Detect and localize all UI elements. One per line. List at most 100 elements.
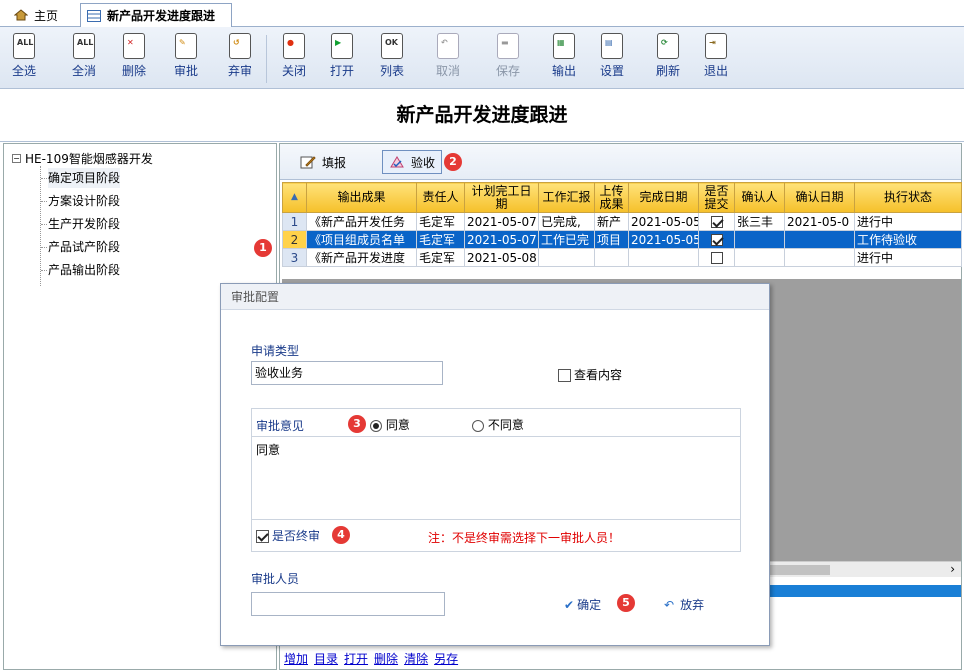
cell-done-date[interactable]: 2021-05-05 <box>628 230 699 249</box>
cell-plan-date[interactable]: 2021-05-07 <box>464 230 539 249</box>
col-header[interactable]: 完成日期 <box>628 182 699 213</box>
cell-done-date[interactable] <box>628 248 699 267</box>
select-all-button[interactable]: ALL 全选 <box>4 31 44 87</box>
tree-branch-line <box>41 201 47 202</box>
approve-button[interactable]: ✎ 审批 <box>166 31 206 87</box>
cell-status[interactable]: 工作待验收 <box>854 230 962 249</box>
cell-owner[interactable]: 毛定军 <box>416 230 465 249</box>
table-header-row: ▲ 输出成果 责任人 计划完工日期 工作汇报 上传成果 完成日期 是否提交 确认… <box>282 182 962 213</box>
link-clear[interactable]: 清除 <box>404 650 428 667</box>
delete-button[interactable]: ✕ 删除 <box>114 31 154 87</box>
deselect-all-button[interactable]: ALL 全消 <box>64 31 104 87</box>
ok-button[interactable]: ✔ 确定 <box>564 596 601 613</box>
close-icon: ● <box>283 33 305 59</box>
settings-button[interactable]: ▤ 设置 <box>592 31 632 87</box>
refresh-button[interactable]: ⟳ 刷新 <box>648 31 688 87</box>
horizontal-scrollbar[interactable]: › <box>770 561 961 577</box>
cell-submitted[interactable] <box>698 212 735 231</box>
tab-progress[interactable]: 新产品开发进度跟进 <box>80 3 232 27</box>
table-row[interactable]: 3 《新产品开发进度 毛定军 2021-05-08 进行中 <box>282 248 962 267</box>
link-open[interactable]: 打开 <box>344 650 368 667</box>
save-button[interactable]: ▬ 保存 <box>488 31 528 87</box>
link-add[interactable]: 增加 <box>284 650 308 667</box>
tree-root[interactable]: − HE-109智能烟感器开发 <box>12 150 153 167</box>
accept-button[interactable]: 验收 <box>382 150 443 174</box>
cancel-button[interactable]: ↶ 取消 <box>428 31 468 87</box>
scrollbar-thumb[interactable] <box>770 565 830 575</box>
cell-output[interactable]: 《新产品开发进度 <box>306 248 417 267</box>
unapprove-button[interactable]: ↺ 弃审 <box>220 31 260 87</box>
table-row[interactable]: 1 《新产品开发任务 毛定军 2021-05-07 已完成, 新产 2021-0… <box>282 212 962 231</box>
cell-upload[interactable]: 新产 <box>594 212 629 231</box>
col-header[interactable]: 确认日期 <box>784 182 855 213</box>
tree-node-confirm[interactable]: 确定项目阶段 <box>48 168 121 188</box>
agree-radio[interactable] <box>370 419 382 432</box>
col-header[interactable]: 输出成果 <box>306 182 417 213</box>
approver-field[interactable] <box>251 592 445 616</box>
approval-dialog: 审批配置 申请类型 验收业务 查看内容 审批意见 3 同意 不同意 同意 是否终… <box>220 283 770 646</box>
export-button[interactable]: ▦ 输出 <box>544 31 584 87</box>
col-header[interactable]: 工作汇报 <box>538 182 595 213</box>
request-type-field[interactable]: 验收业务 <box>251 361 443 385</box>
cell-confirm-date[interactable]: 2021-05-0 <box>784 212 855 231</box>
agree-option[interactable]: 同意 <box>370 416 410 433</box>
exit-button[interactable]: ⇥ 退出 <box>696 31 736 87</box>
cell-confirmer[interactable] <box>734 248 785 267</box>
close-button[interactable]: ● 关闭 <box>274 31 314 87</box>
tree-node-trial[interactable]: 产品试产阶段 <box>48 237 120 257</box>
cell-report[interactable] <box>538 248 595 267</box>
view-content-checkbox[interactable] <box>558 369 571 382</box>
opinion-textarea[interactable]: 同意 <box>254 439 738 517</box>
link-save-as[interactable]: 另存 <box>434 650 458 667</box>
cancel-dialog-button[interactable]: ↶ 放弃 <box>664 596 704 613</box>
col-header[interactable]: 上传成果 <box>594 182 629 213</box>
cell-confirmer[interactable] <box>734 230 785 249</box>
cell-confirm-date[interactable] <box>784 248 855 267</box>
col-header[interactable]: 是否提交 <box>698 182 735 213</box>
submitted-checkbox[interactable] <box>710 234 723 246</box>
scroll-right-icon[interactable]: › <box>950 562 955 576</box>
cell-status[interactable]: 进行中 <box>854 212 962 231</box>
list-button[interactable]: OK 列表 <box>372 31 412 87</box>
cell-report[interactable]: 工作已完 <box>538 230 595 249</box>
table-row-selected[interactable]: 2 《项目组成员名单 毛定军 2021-05-07 工作已完 项目 2021-0… <box>282 230 962 249</box>
final-review-option[interactable]: 是否终审 <box>256 527 320 544</box>
submitted-checkbox[interactable] <box>710 252 723 264</box>
cell-report[interactable]: 已完成, <box>538 212 595 231</box>
cell-plan-date[interactable]: 2021-05-07 <box>464 212 539 231</box>
collapse-toggle-icon[interactable]: − <box>12 154 21 163</box>
row-number: 3 <box>282 248 307 267</box>
col-header[interactable]: 执行状态 <box>854 182 962 213</box>
cell-plan-date[interactable]: 2021-05-08 <box>464 248 539 267</box>
fill-button[interactable]: 填报 <box>294 150 352 174</box>
cell-done-date[interactable]: 2021-05-05 <box>628 212 699 231</box>
disagree-option[interactable]: 不同意 <box>472 416 524 433</box>
open-button[interactable]: ▶ 打开 <box>322 31 362 87</box>
cell-confirmer[interactable]: 张三丰 <box>734 212 785 231</box>
sort-corner-icon[interactable]: ▲ <box>282 182 307 213</box>
cell-submitted[interactable] <box>698 230 735 249</box>
tree-node-design[interactable]: 方案设计阶段 <box>48 191 120 211</box>
cell-upload[interactable]: 项目 <box>594 230 629 249</box>
col-header[interactable]: 计划完工日期 <box>464 182 539 213</box>
tree-node-output[interactable]: 产品输出阶段 <box>48 260 120 280</box>
cell-confirm-date[interactable] <box>784 230 855 249</box>
cell-submitted[interactable] <box>698 248 735 267</box>
cell-owner[interactable]: 毛定军 <box>416 248 465 267</box>
cell-output[interactable]: 《项目组成员名单 <box>306 230 417 249</box>
tree-branch-line <box>41 270 47 271</box>
col-header[interactable]: 责任人 <box>416 182 465 213</box>
cell-upload[interactable] <box>594 248 629 267</box>
link-catalog[interactable]: 目录 <box>314 650 338 667</box>
cell-owner[interactable]: 毛定军 <box>416 212 465 231</box>
cell-status[interactable]: 进行中 <box>854 248 962 267</box>
cell-output[interactable]: 《新产品开发任务 <box>306 212 417 231</box>
disagree-radio[interactable] <box>472 419 484 432</box>
final-review-checkbox[interactable] <box>256 530 269 543</box>
submitted-checkbox[interactable] <box>710 216 723 228</box>
view-content-option[interactable]: 查看内容 <box>558 366 622 383</box>
col-header[interactable]: 确认人 <box>734 182 785 213</box>
tree-node-production[interactable]: 生产开发阶段 <box>48 214 120 234</box>
link-delete[interactable]: 删除 <box>374 650 398 667</box>
tab-home[interactable]: 主页 <box>8 3 70 27</box>
